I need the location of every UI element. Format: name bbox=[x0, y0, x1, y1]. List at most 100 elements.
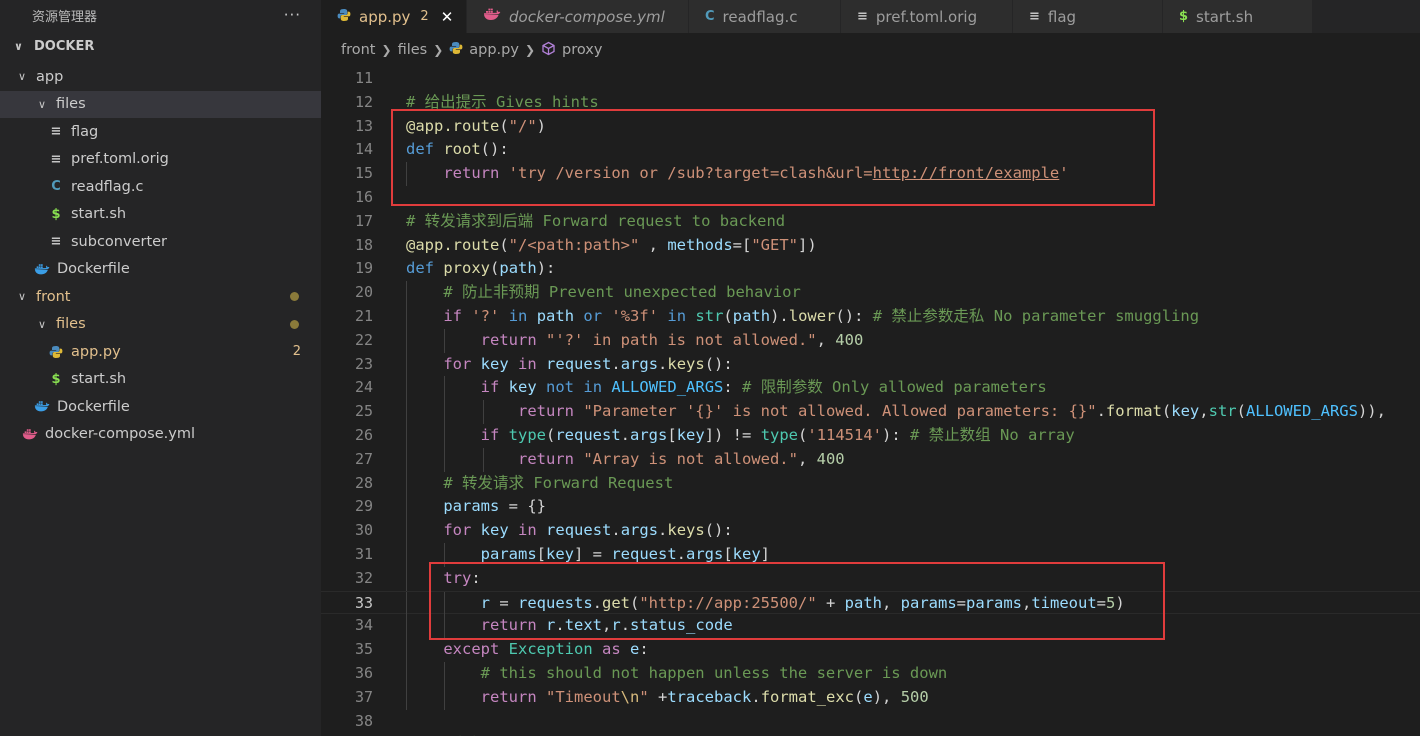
code-line[interactable]: 34 return r.text,r.status_code bbox=[321, 614, 1420, 639]
code-line[interactable]: 24 if key not in ALLOWED_ARGS: # 限制参数 On… bbox=[321, 376, 1420, 401]
code-line[interactable]: 14 def root(): bbox=[321, 138, 1420, 162]
code-token: if bbox=[443, 307, 462, 325]
code-token: # 防止非预期 Prevent unexpected behavior bbox=[443, 283, 801, 302]
tree-item-app-py[interactable]: app.py 2 bbox=[0, 338, 321, 366]
tab-docker-compose-yml[interactable]: docker-compose.yml bbox=[467, 0, 689, 33]
tree-item-app[interactable]: ∨ app bbox=[0, 63, 321, 91]
code-line[interactable]: 11 bbox=[321, 67, 1420, 91]
tab-start-sh[interactable]: $ start.sh bbox=[1163, 0, 1313, 33]
code-line[interactable]: 29 params = {} bbox=[321, 495, 1420, 520]
line-number: 20 bbox=[354, 283, 373, 302]
code-line[interactable]: 23 for key in request.args.keys(): bbox=[321, 352, 1420, 377]
code-text: # 防止非预期 Prevent unexpected behavior bbox=[406, 281, 801, 305]
tree-item-readflag-c[interactable]: Creadflag.c bbox=[0, 173, 321, 201]
tree-item-flag[interactable]: ≡ flag bbox=[0, 118, 321, 146]
code-editor[interactable]: 11 12 # 给出提示 Gives hints 13 @app.route("/") 1… bbox=[321, 67, 1420, 736]
tab-app-py[interactable]: app.py 2 ✕ bbox=[321, 0, 467, 33]
code-line[interactable]: 13 @app.route("/") bbox=[321, 115, 1420, 139]
code-line[interactable]: 33 r = requests.get("http://app:25500/" … bbox=[321, 590, 1420, 616]
code-line[interactable]: 25 return "Parameter '{}' is not allowed… bbox=[321, 400, 1420, 424]
code-line[interactable]: 31 params[key] = request.args[key] bbox=[321, 543, 1420, 567]
shell-script-icon: $ bbox=[1179, 9, 1189, 24]
tab-readflag-c[interactable]: Creadflag.c bbox=[689, 0, 841, 33]
code-line[interactable]: 12 # 给出提示 Gives hints bbox=[321, 91, 1420, 115]
tree-item-label: start.sh bbox=[71, 206, 127, 223]
tab-pref-toml-orig[interactable]: ≡ pref.toml.orig bbox=[841, 0, 1013, 33]
indent-guide bbox=[444, 424, 446, 448]
code-line[interactable]: 21 if '?' in path or '%3f' in str(path).… bbox=[321, 305, 1420, 329]
code-token: "Timeout bbox=[546, 687, 621, 706]
code-token: format bbox=[1105, 402, 1162, 421]
code-token: @app.route bbox=[406, 235, 500, 254]
code-token: path bbox=[536, 307, 575, 325]
code-text: return 'try /version or /sub?target=clas… bbox=[406, 162, 1068, 186]
code-token: text bbox=[564, 616, 603, 635]
tree-item-dockerfile[interactable]: Dockerfile bbox=[0, 393, 321, 421]
code-line[interactable]: 38 bbox=[321, 710, 1420, 734]
indent-guide bbox=[406, 638, 407, 662]
code-line[interactable]: 18 @app.route("/<path:path>" , methods=["… bbox=[321, 234, 1420, 258]
line-number: 17 bbox=[354, 211, 373, 230]
code-token: \n bbox=[620, 687, 640, 706]
tree-item-label: front bbox=[36, 288, 71, 305]
tab-flag[interactable]: ≡ flag bbox=[1013, 0, 1163, 33]
tree-item-start-sh[interactable]: $ start.sh bbox=[0, 201, 321, 229]
tree-item-dockerfile[interactable]: Dockerfile bbox=[0, 256, 321, 284]
code-line[interactable]: 19 def proxy(path): bbox=[321, 257, 1420, 281]
tree-item-subconverter[interactable]: ≡ subconverter bbox=[0, 228, 321, 256]
code-line[interactable]: 28 # 转发请求 Forward Request bbox=[321, 471, 1420, 496]
code-line[interactable]: 36 # this should not happen unless the s… bbox=[321, 662, 1420, 686]
code-token: return bbox=[480, 687, 537, 706]
tree-item-start-sh[interactable]: $ start.sh bbox=[0, 366, 321, 394]
code-text: for key in request.args.keys(): bbox=[406, 353, 732, 377]
workspace-section-label: DOCKER bbox=[34, 39, 95, 54]
code-token: path bbox=[499, 259, 537, 278]
indent-guide bbox=[406, 400, 407, 424]
code-line[interactable]: 17 # 转发请求到后端 Forward request to backend bbox=[321, 210, 1420, 234]
code-line[interactable]: 37 return "Timeout\n" +traceback.format_… bbox=[321, 685, 1420, 710]
code-line[interactable]: 30 for key in request.args.keys(): bbox=[321, 519, 1420, 543]
code-token: "Parameter '{}' is not allowed. Allowed … bbox=[583, 402, 1097, 421]
tree-item-pref-toml-orig[interactable]: ≡ pref.toml.orig bbox=[0, 146, 321, 174]
code-line[interactable]: 27 return "Array is not allowed.", 400 bbox=[321, 447, 1420, 472]
text-file-icon: ≡ bbox=[1029, 9, 1040, 24]
code-line[interactable]: 26 if type(request.args[key]) != type('1… bbox=[321, 424, 1420, 448]
line-number: 35 bbox=[354, 640, 373, 659]
line-number: 26 bbox=[354, 426, 373, 444]
more-actions-icon[interactable]: ··· bbox=[284, 6, 301, 24]
tree-item-front[interactable]: ∨ front bbox=[0, 283, 321, 311]
close-icon[interactable]: ✕ bbox=[441, 8, 454, 26]
code-line[interactable]: 16 bbox=[321, 186, 1420, 210]
code-line[interactable]: 22 return "'?' in path is not allowed.",… bbox=[321, 328, 1420, 353]
code-text: # 转发请求到后端 Forward request to backend bbox=[406, 210, 785, 234]
code-token: path bbox=[844, 593, 882, 612]
tree-item-files[interactable]: ∨ files bbox=[0, 90, 321, 118]
indent-guide bbox=[406, 519, 407, 543]
code-token: , bbox=[1022, 593, 1032, 612]
python-file-icon bbox=[48, 345, 64, 359]
code-line[interactable]: 32 try: bbox=[321, 566, 1420, 591]
breadcrumb-item-symbol[interactable]: proxy bbox=[562, 42, 602, 58]
breadcrumb-item-folder-front[interactable]: front bbox=[341, 42, 376, 58]
breadcrumb-item-folder-files[interactable]: files bbox=[398, 42, 428, 58]
tree-item-docker-compose-yml[interactable]: docker-compose.yml bbox=[0, 421, 321, 449]
code-text: return "Parameter '{}' is not allowed. A… bbox=[406, 400, 1386, 424]
code-token: 500 bbox=[900, 687, 929, 706]
tree-item-files[interactable]: ∨ files bbox=[0, 311, 321, 339]
code-line[interactable]: 20 # 防止非预期 Prevent unexpected behavior bbox=[321, 281, 1420, 305]
code-token: for bbox=[443, 354, 472, 373]
code-text: return r.text,r.status_code bbox=[406, 614, 733, 638]
code-text: def root(): bbox=[406, 138, 509, 162]
tree-item-label: docker-compose.yml bbox=[45, 426, 195, 443]
code-line[interactable]: 15 return 'try /version or /sub?target=c… bbox=[321, 162, 1420, 186]
workspace-section-header[interactable]: ∨ DOCKER bbox=[0, 30, 321, 63]
breadcrumb-item-file[interactable]: app.py bbox=[469, 42, 519, 58]
code-token: . bbox=[676, 545, 686, 563]
code-token: if bbox=[480, 426, 500, 444]
code-token: 'try /version or /sub?target=clash&url= bbox=[508, 164, 873, 183]
code-line[interactable]: 35 except Exception as e: bbox=[321, 638, 1420, 662]
